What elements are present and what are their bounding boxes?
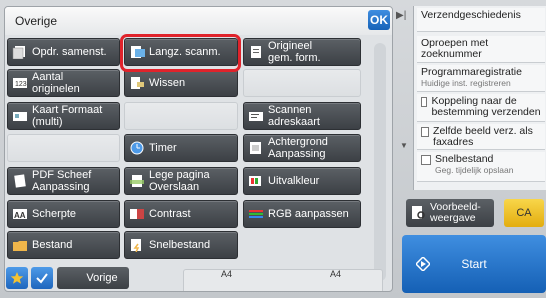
action-panel: Verzendgeschiedenis Oproepen met zoeknumm…	[413, 6, 546, 190]
ok-button[interactable]: OK	[368, 10, 390, 30]
stack-icon	[11, 45, 28, 59]
panel-item-2[interactable]: Programmaregistratie Huidige inst. regist…	[417, 65, 545, 92]
panel-title-bar: Overige	[5, 7, 392, 35]
wissen-button[interactable]: Wissen	[124, 69, 238, 97]
panel-item-sublabel: Huidige inst. registreren	[421, 78, 511, 88]
start-icon	[416, 257, 430, 271]
eraser-icon	[128, 76, 145, 90]
pdf-icon	[11, 174, 28, 188]
address-card-icon	[247, 109, 264, 123]
favorite-button[interactable]	[6, 267, 28, 289]
panel-item-checkbox[interactable]	[421, 97, 428, 107]
previous-button[interactable]: Vorige	[57, 267, 129, 289]
panel-item-label: Verzendgeschiedenis	[421, 9, 521, 21]
expand-arrow-icon[interactable]: ▶|	[396, 10, 406, 21]
confirm-button[interactable]	[31, 267, 53, 289]
panel-item-checkbox[interactable]	[421, 155, 431, 165]
panel-item-label: Koppeling naar de bestemming verzenden	[431, 95, 541, 118]
panel-item-label: Oproepen met zoeknummer	[421, 37, 489, 60]
achtergrond-aanpassing-label: Achtergrond Aanpassing	[268, 136, 328, 160]
screen: Overige OK Opdr. samenst. Langz. scanm. Or…	[0, 0, 546, 298]
rgb-aanpassen-label: RGB aanpassen	[268, 208, 349, 220]
svg-text:123: 123	[15, 81, 27, 88]
empty-slot-2	[124, 102, 238, 130]
blank-page-icon	[128, 174, 145, 188]
langz-scanm-button[interactable]: Langz. scanm.	[124, 38, 238, 66]
clear-all-button[interactable]: CA	[504, 199, 544, 227]
empty-slot-3	[7, 134, 120, 162]
star-icon	[10, 272, 24, 284]
preview-label: Voorbeeld- weergave	[430, 201, 481, 224]
kaart-formaat-button[interactable]: Kaart Formaat (multi)	[7, 102, 120, 130]
lege-pagina-overslaan-button[interactable]: Lege pagina Overslaan	[124, 167, 238, 195]
start-label: Start	[461, 257, 487, 271]
contrast-button[interactable]: Contrast	[124, 200, 238, 228]
scherpte-button[interactable]: AA Scherpte	[7, 200, 120, 228]
scrollbar[interactable]	[374, 43, 386, 281]
snelbestand-label: Snelbestand	[149, 239, 211, 251]
panel-item-sublabel: Geg. tijdelijk opslaan	[435, 165, 514, 175]
contrast-icon	[128, 207, 145, 221]
origineel-gem-form-label: Origineel gem. form.	[268, 40, 321, 64]
panel-item-0[interactable]: Verzendgeschiedenis	[417, 8, 545, 32]
preview-icon	[412, 206, 425, 219]
timer-label: Timer	[149, 142, 177, 154]
panel-item-label: Zelfde beeld verz. als faxadres	[433, 125, 533, 148]
panel-item-1[interactable]: Oproepen met zoeknummer	[417, 36, 545, 63]
folder-icon	[11, 238, 28, 252]
panel-title: Overige	[15, 14, 58, 28]
aantal-originelen-button[interactable]: 123 Aantal originelen	[7, 69, 120, 97]
panel-item-label: Programmaregistratie	[421, 66, 522, 78]
pdf-scheef-aanpassing-label: PDF Scheef Aanpassing	[32, 169, 92, 193]
uitvalkleur-button[interactable]: Uitvalkleur	[243, 167, 361, 195]
scannen-adreskaart-label: Scannen adreskaart	[268, 104, 320, 128]
counter-icon: 123	[11, 76, 28, 90]
bestand-button[interactable]: Bestand	[7, 231, 120, 259]
bestand-label: Bestand	[32, 239, 73, 251]
rgb-icon	[247, 207, 264, 221]
start-button[interactable]: Start	[402, 235, 546, 293]
scherpte-label: Scherpte	[32, 208, 77, 220]
empty-slot-1	[243, 69, 361, 97]
sharpness-icon: AA	[11, 207, 28, 221]
lege-pagina-overslaan-label: Lege pagina Overslaan	[149, 169, 210, 193]
panel-item-5[interactable]: Snelbestand Geg. tijdelijk opslaan	[417, 152, 545, 182]
contrast-label: Contrast	[149, 208, 191, 220]
paper-size-left: A4	[221, 269, 233, 279]
check-icon	[36, 273, 48, 284]
origineel-gem-form-button[interactable]: Origineel gem. form.	[243, 38, 361, 66]
timer-button[interactable]: Timer	[124, 134, 238, 162]
pdf-scheef-aanpassing-button[interactable]: PDF Scheef Aanpassing	[7, 167, 120, 195]
opdr-samenst-label: Opdr. samenst.	[32, 46, 107, 58]
paper-size-slot	[183, 269, 383, 291]
uitvalkleur-label: Uitvalkleur	[268, 175, 320, 187]
rgb-aanpassen-button[interactable]: RGB aanpassen	[243, 200, 361, 228]
snelbestand-button[interactable]: Snelbestand	[124, 231, 238, 259]
scannen-adreskaart-button[interactable]: Scannen adreskaart	[243, 102, 361, 130]
color-icon	[247, 174, 264, 188]
svg-text:AA: AA	[14, 211, 26, 220]
background-icon	[247, 141, 264, 155]
aantal-originelen-label: Aantal originelen	[32, 71, 80, 95]
preview-button[interactable]: Voorbeeld- weergave	[406, 199, 494, 227]
scan-icon	[128, 45, 145, 59]
document-icon	[247, 45, 264, 59]
panel-item-3[interactable]: Koppeling naar de bestemming verzenden	[417, 94, 545, 122]
wissen-label: Wissen	[149, 77, 186, 89]
paper-size-right: A4	[330, 269, 342, 279]
scroll-down-icon[interactable]: ▼	[400, 141, 408, 150]
langz-scanm-label: Langz. scanm.	[149, 46, 221, 58]
card-icon	[11, 109, 28, 123]
opdr-samenst-button[interactable]: Opdr. samenst.	[7, 38, 120, 66]
panel-item-label: Snelbestand	[435, 153, 494, 165]
kaart-formaat-label: Kaart Formaat (multi)	[32, 104, 103, 128]
clock-icon	[128, 141, 145, 155]
panel-item-4[interactable]: Zelfde beeld verz. als faxadres	[417, 124, 545, 150]
quick-file-icon	[128, 238, 145, 252]
panel-item-checkbox[interactable]	[421, 127, 430, 137]
achtergrond-aanpassing-button[interactable]: Achtergrond Aanpassing	[243, 134, 361, 162]
